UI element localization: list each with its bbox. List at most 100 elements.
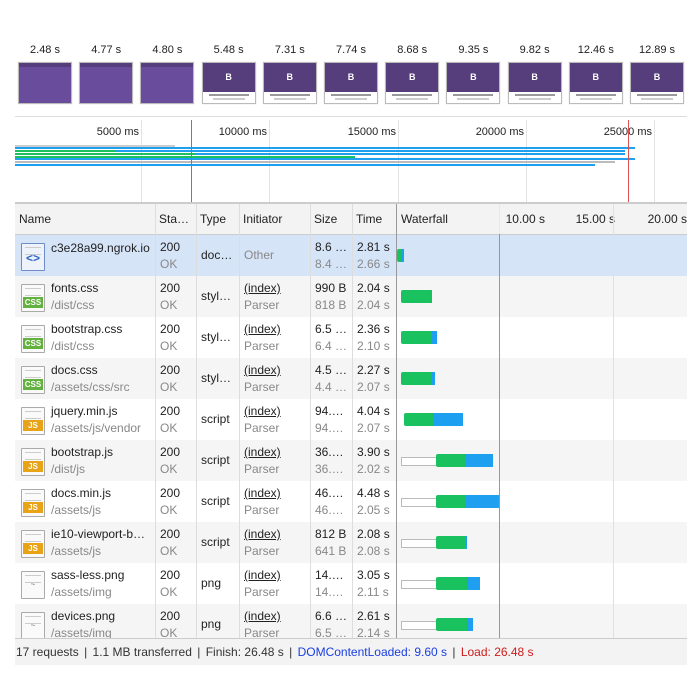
total-time: 2.04 s [357, 281, 390, 295]
initiator-link[interactable]: (index) [244, 486, 281, 500]
overview-tick-label: 15000 ms [347, 126, 396, 138]
resource-type: script [201, 535, 230, 549]
total-time: 2.36 s [357, 322, 390, 336]
filmstrip-frame[interactable]: 12.89 s B [627, 40, 687, 116]
status-text: OK [160, 585, 178, 599]
request-name[interactable]: bootstrap.css [51, 322, 122, 336]
initiator-type: Parser [244, 380, 280, 394]
table-row[interactable]: CSS bootstrap.css/dist/css 200 OK styl… (inde… [15, 317, 687, 358]
table-row[interactable]: <> c3e28a99.ngrok.io 200 OK doc… Other 8.6 … 8.… [15, 235, 687, 276]
request-name[interactable]: devices.png [51, 609, 115, 623]
overview-timeline[interactable]: 5000 ms 10000 ms 15000 ms 20000 ms 25000… [15, 120, 687, 203]
column-header-waterfall[interactable]: Waterfall [397, 204, 481, 234]
initiator-type: Parser [244, 421, 280, 435]
column-header-time[interactable]: Time [352, 204, 396, 234]
filmstrip-frame[interactable]: 4.80 s [137, 40, 197, 116]
status-text: OK [160, 462, 178, 476]
filmstrip-frame[interactable]: 7.74 s B [321, 40, 381, 116]
resource-type: styl… [201, 371, 231, 385]
filmstrip-frame[interactable]: 2.48 s [15, 40, 75, 116]
initiator-link[interactable]: (index) [244, 322, 281, 336]
filmstrip-frame[interactable]: 12.46 s B [566, 40, 626, 116]
initiator-link[interactable]: (index) [244, 568, 281, 582]
column-divider[interactable] [352, 204, 353, 638]
request-name[interactable]: ie10-viewport-b… [51, 527, 145, 541]
initiator-type: Parser [244, 298, 280, 312]
filmstrip-frame-time: 5.48 s [213, 44, 244, 56]
css-file-icon: CSS [21, 366, 45, 394]
initiator-link[interactable]: (index) [244, 363, 281, 377]
table-row[interactable]: CSS docs.css/assets/css/src 200 OK styl… (ind… [15, 358, 687, 399]
transfer-size: 6.5 … [315, 322, 348, 336]
request-name[interactable]: bootstrap.js [51, 445, 113, 459]
column-divider[interactable] [196, 204, 197, 638]
resource-type: png [201, 576, 222, 590]
overview-bar [15, 147, 635, 149]
column-header-initiator[interactable]: Initiator [239, 204, 309, 234]
latency-time: 2.11 s [357, 585, 389, 599]
latency-time: 2.14 s [357, 626, 390, 638]
transfer-size: 6.6 … [315, 609, 348, 623]
waterfall-download-bar [431, 290, 432, 303]
filmstrip-frame[interactable]: 9.82 s B [505, 40, 565, 116]
dom-content-loaded-time: DOMContentLoaded: 9.60 s [297, 645, 448, 659]
filmstrip-frame[interactable]: 8.68 s B [382, 40, 442, 116]
filmstrip: 2.48 s 4.77 s 4.80 s 5.48 s B 7.31 s B 7.74 sB8… [15, 40, 687, 117]
js-file-icon: JS [21, 489, 45, 517]
initiator-link[interactable]: (index) [244, 281, 281, 295]
waterfall-download-bar [401, 249, 404, 262]
resource-type: styl… [201, 289, 231, 303]
css-file-icon: CSS [21, 284, 45, 312]
table-row[interactable]: JS docs.min.js/assets/js 200 OK script (index… [15, 481, 687, 522]
status-text: OK [160, 544, 178, 558]
filmstrip-frame[interactable]: 5.48 s B [199, 40, 259, 116]
total-time: 2.81 s [357, 240, 390, 254]
latency-time: 2.07 s [357, 421, 390, 435]
table-row[interactable]: JS jquery.min.js/assets/js/vendor 200 OK scr… [15, 399, 687, 440]
filmstrip-frame-time: 2.48 s [30, 44, 60, 56]
js-file-icon: JS [21, 530, 45, 558]
request-name[interactable]: c3e28a99.ngrok.io [51, 241, 150, 255]
initiator-type: Parser [244, 339, 280, 353]
request-name[interactable]: docs.css [51, 363, 98, 377]
request-name[interactable]: docs.min.js [51, 486, 111, 500]
table-row[interactable]: CSS fonts.css/dist/css 200 OK styl… (index) Pa… [15, 276, 687, 317]
network-request-table: Name Sta… Type Initiator Size Time Water… [15, 203, 687, 638]
filmstrip-frame[interactable]: 9.35 s B [443, 40, 503, 116]
column-header-size[interactable]: Size [310, 204, 350, 234]
column-divider[interactable] [239, 204, 240, 638]
latency-time: 2.02 s [357, 462, 390, 476]
overview-bar [15, 164, 595, 166]
column-header-status[interactable]: Sta… [155, 204, 195, 234]
status-code: 200 [160, 240, 181, 254]
total-time: 2.27 s [357, 363, 390, 377]
table-row[interactable]: ~ devices.png/assets/img 200 OK png (index) Pa… [15, 604, 687, 638]
request-name[interactable]: sass-less.png [51, 568, 124, 582]
initiator-link[interactable]: (index) [244, 609, 281, 623]
transfer-size: 990 B [315, 281, 347, 295]
request-name[interactable]: jquery.min.js [51, 404, 117, 418]
initiator-link[interactable]: (index) [244, 445, 281, 459]
status-text: OK [160, 503, 178, 517]
request-name[interactable]: fonts.css [51, 281, 98, 295]
filmstrip-frame[interactable]: 4.77 s [76, 40, 136, 116]
css-file-icon: CSS [21, 325, 45, 353]
resource-size: 94.… [315, 421, 344, 435]
table-row[interactable]: JS ie10-viewport-b… /assets/js 200 OK script (… [15, 522, 687, 563]
js-file-icon: JS [21, 407, 45, 435]
column-header-name[interactable]: Name [15, 204, 157, 234]
column-divider[interactable] [155, 204, 156, 638]
resource-size: 6.5 … [315, 626, 348, 638]
column-divider[interactable] [396, 204, 397, 638]
table-row[interactable]: JS bootstrap.js/dist/js 200 OK script (index)… [15, 440, 687, 481]
resource-size: 46.… [315, 503, 344, 517]
column-header-type[interactable]: Type [196, 204, 236, 234]
filmstrip-frame[interactable]: 7.31 s B [260, 40, 320, 116]
column-divider[interactable] [310, 204, 311, 638]
initiator-link[interactable]: (index) [244, 404, 281, 418]
filmstrip-thumbnail: B [385, 62, 440, 104]
table-row[interactable]: ~ sass-less.png/assets/img 200 OK png (index)… [15, 563, 687, 604]
waterfall-download-bar [466, 536, 467, 549]
initiator-type: Parser [244, 626, 280, 638]
initiator-link[interactable]: (index) [244, 527, 281, 541]
